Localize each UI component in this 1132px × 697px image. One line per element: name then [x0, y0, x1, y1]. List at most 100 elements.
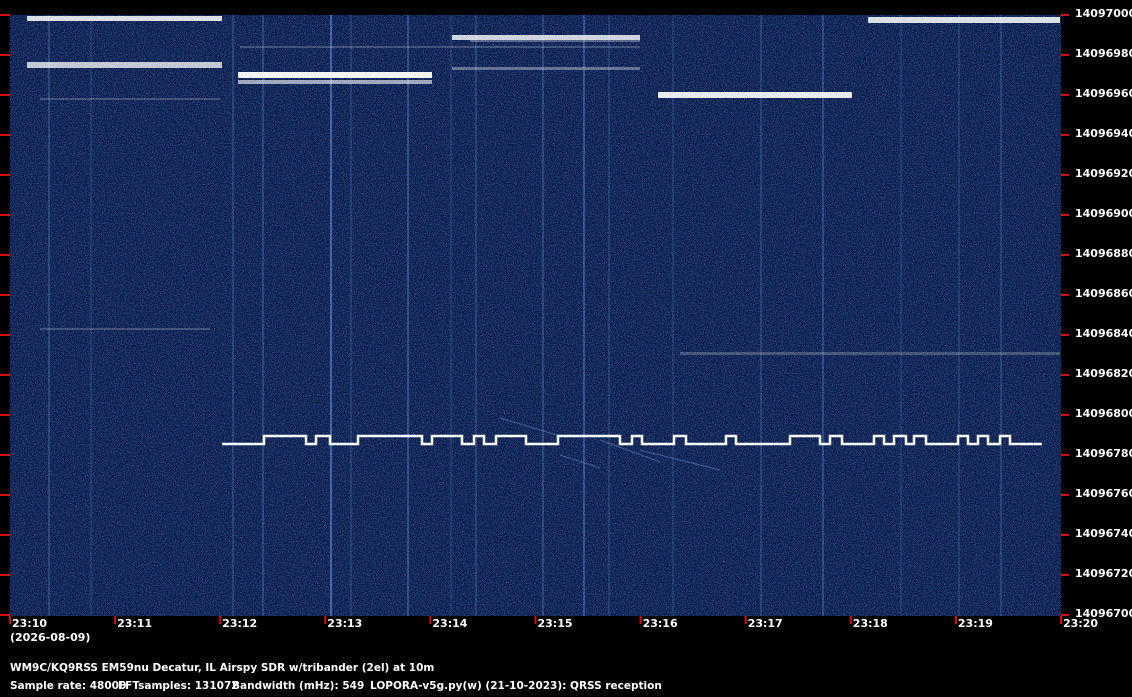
noise-streak: [608, 15, 610, 616]
freq-label: 14096820: [1075, 367, 1132, 380]
noise-streak: [900, 15, 902, 616]
freq-tick-right: [1061, 134, 1069, 136]
signal-trace: [27, 16, 222, 21]
time-label: 23:14: [432, 617, 468, 630]
time-tick: [9, 616, 11, 624]
freq-tick-right: [1061, 494, 1069, 496]
freq-label: 14096780: [1075, 447, 1132, 460]
signal-trace: [27, 62, 222, 68]
time-label: 23:19: [957, 617, 993, 630]
sample-rate: Sample rate: 48000: [10, 680, 127, 692]
fft-samples: FFTsamples: 131072: [118, 680, 239, 692]
noise-streak: [1000, 15, 1002, 616]
waterfall-spectrogram: [0, 14, 1069, 624]
time-label: 23:18: [852, 617, 888, 630]
freq-tick-left: [0, 294, 10, 296]
freq-tick-left: [0, 54, 10, 56]
freq-label: 14096800: [1075, 407, 1132, 420]
noise-streak: [232, 15, 234, 616]
signal-trace: [658, 92, 852, 98]
signal-trace: [240, 46, 640, 48]
freq-label: 14096880: [1075, 247, 1132, 260]
noise-streak: [583, 15, 585, 616]
freq-tick-right: [1061, 414, 1069, 416]
time-tick: [114, 616, 117, 624]
freq-tick-right: [1061, 534, 1069, 536]
noise-streak: [350, 15, 352, 616]
time-label: 23:11: [117, 617, 153, 630]
freq-tick-right: [1061, 454, 1069, 456]
date-label: (2026-08-09): [10, 631, 91, 644]
freq-tick-left: [0, 334, 10, 336]
waterfall-noise: [10, 15, 1061, 616]
station-info: WM9C/KQ9RSS EM59nu Decatur, IL Airspy SD…: [10, 662, 435, 674]
time-label: 23:16: [642, 617, 678, 630]
signal-trace: [452, 35, 640, 40]
freq-label: 14096720: [1075, 567, 1132, 580]
time-tick: [429, 616, 432, 624]
freq-tick-left: [0, 574, 10, 576]
signal-trace: [680, 352, 1060, 355]
signal-trace: [868, 17, 1060, 23]
noise-streak: [407, 15, 409, 616]
time-tick: [639, 616, 642, 624]
time-label: 23:13: [327, 617, 363, 630]
noise-streak: [822, 15, 824, 616]
freq-tick-right: [1061, 54, 1069, 56]
time-ticks: [9, 616, 1062, 624]
freq-tick-left: [0, 494, 10, 496]
freq-label: 14096860: [1075, 287, 1132, 300]
freq-tick-right: [1061, 334, 1069, 336]
freq-tick-left: [0, 534, 10, 536]
time-tick: [219, 616, 222, 624]
freq-label: 14096960: [1075, 87, 1132, 100]
time-tick: [744, 616, 747, 624]
signal-trace: [40, 98, 220, 100]
noise-streak: [672, 15, 674, 616]
signal-trace: [238, 72, 432, 78]
right-frequency-ticks: [1061, 14, 1069, 616]
noise-streak: [90, 15, 92, 616]
freq-tick-left: [0, 414, 10, 416]
freq-tick-right: [1061, 174, 1069, 176]
freq-tick-left: [0, 94, 10, 96]
signal-trace: [238, 80, 432, 84]
freq-tick-right: [1061, 294, 1069, 296]
freq-label: 14097000: [1075, 7, 1132, 20]
freq-tick-left: [0, 614, 10, 616]
freq-label: 14096980: [1075, 47, 1132, 60]
freq-tick-left: [0, 14, 10, 16]
freq-tick-left: [0, 174, 10, 176]
noise-streak: [958, 15, 960, 616]
freq-label: 14096760: [1075, 487, 1132, 500]
time-tick: [534, 616, 537, 624]
signal-trace: [470, 40, 640, 42]
freq-tick-right: [1061, 614, 1069, 616]
freq-label: 14096900: [1075, 207, 1132, 220]
time-label: 23:15: [537, 617, 573, 630]
time-label: 23:10: [12, 617, 48, 630]
noise-streak: [48, 15, 50, 616]
freq-label: 14096740: [1075, 527, 1132, 540]
time-tick: [954, 616, 957, 624]
freq-tick-right: [1061, 214, 1069, 216]
noise-streak: [760, 15, 762, 616]
bandwidth: Bandwidth (mHz): 549: [232, 680, 365, 692]
noise-streak: [262, 15, 264, 616]
time-label: 23:17: [747, 617, 783, 630]
freq-tick-left: [0, 214, 10, 216]
noise-streak: [450, 15, 452, 616]
freq-tick-right: [1061, 254, 1069, 256]
time-tick: [324, 616, 327, 624]
left-frequency-ticks: [0, 14, 10, 616]
freq-tick-right: [1061, 94, 1069, 96]
noise-streak: [330, 15, 332, 616]
freq-label: 14096940: [1075, 127, 1132, 140]
freq-label: 14096920: [1075, 167, 1132, 180]
freq-tick-right: [1061, 374, 1069, 376]
noise-streak: [475, 15, 477, 616]
signal-trace: [452, 67, 640, 70]
freq-tick-left: [0, 374, 10, 376]
signal-trace: [40, 328, 210, 330]
time-label: 23:12: [222, 617, 258, 630]
